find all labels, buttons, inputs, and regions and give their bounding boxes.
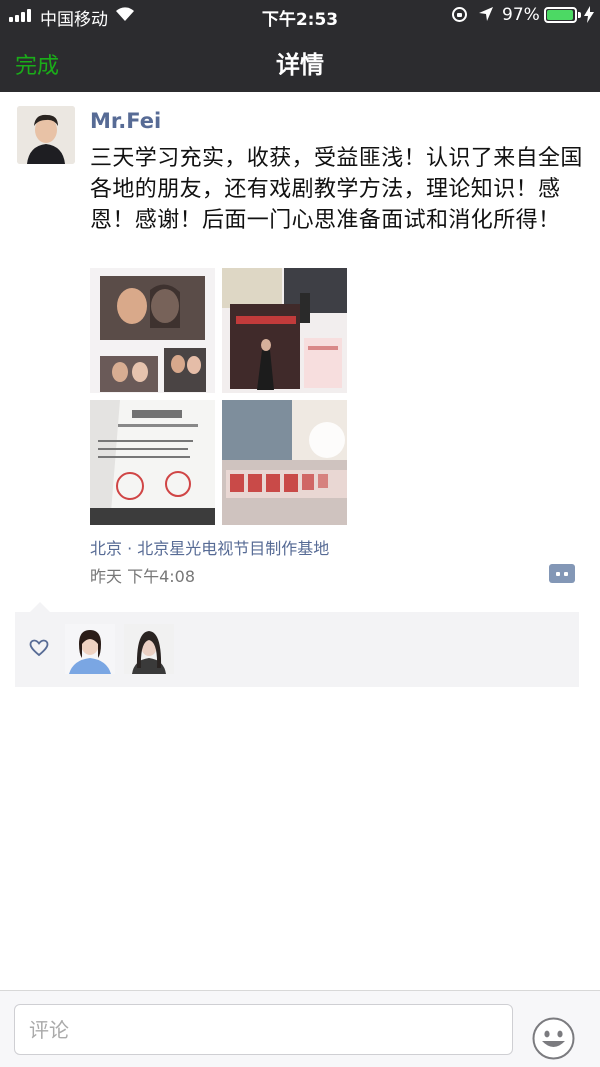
sign-photo[interactable] — [222, 400, 347, 525]
charging-bolt-icon — [584, 6, 594, 23]
post-location[interactable]: 北京 · 北京星光电视节目制作基地 — [90, 535, 329, 559]
battery-tip — [578, 12, 581, 18]
battery-fill — [547, 10, 574, 20]
location-arrow-icon — [479, 7, 493, 21]
certificate-photo[interactable] — [90, 400, 215, 525]
page-title: 详情 — [276, 51, 324, 79]
battery-icon — [544, 7, 577, 23]
comment-bar — [0, 990, 600, 1067]
post-text: 三天学习充实，收获，受益匪浅！认识了来自全国各地的朋友，还有戏剧教学方法，理论知… — [90, 146, 583, 233]
avatar[interactable] — [17, 106, 75, 164]
photo-grid — [90, 268, 348, 528]
top-bar: 中国移动 下午2:53 97% 完成 详情 — [0, 0, 600, 92]
event-photo[interactable] — [222, 268, 347, 393]
post-time: 昨天 下午4:08 — [90, 567, 196, 586]
heart-icon — [29, 639, 49, 657]
comment-input[interactable] — [14, 1004, 513, 1055]
status-bar: 中国移动 下午2:53 97% — [0, 0, 600, 30]
rotation-lock-icon — [452, 7, 467, 22]
liker-avatar[interactable] — [124, 624, 174, 674]
collage-photo[interactable] — [90, 268, 215, 393]
liker-avatar[interactable] — [65, 624, 115, 674]
likes-caret — [30, 602, 50, 612]
post-username[interactable]: Mr.Fei — [90, 109, 161, 133]
emoji-icon[interactable] — [532, 1017, 575, 1060]
more-actions-button[interactable] — [549, 564, 575, 583]
battery-percent: 97% — [502, 5, 540, 25]
